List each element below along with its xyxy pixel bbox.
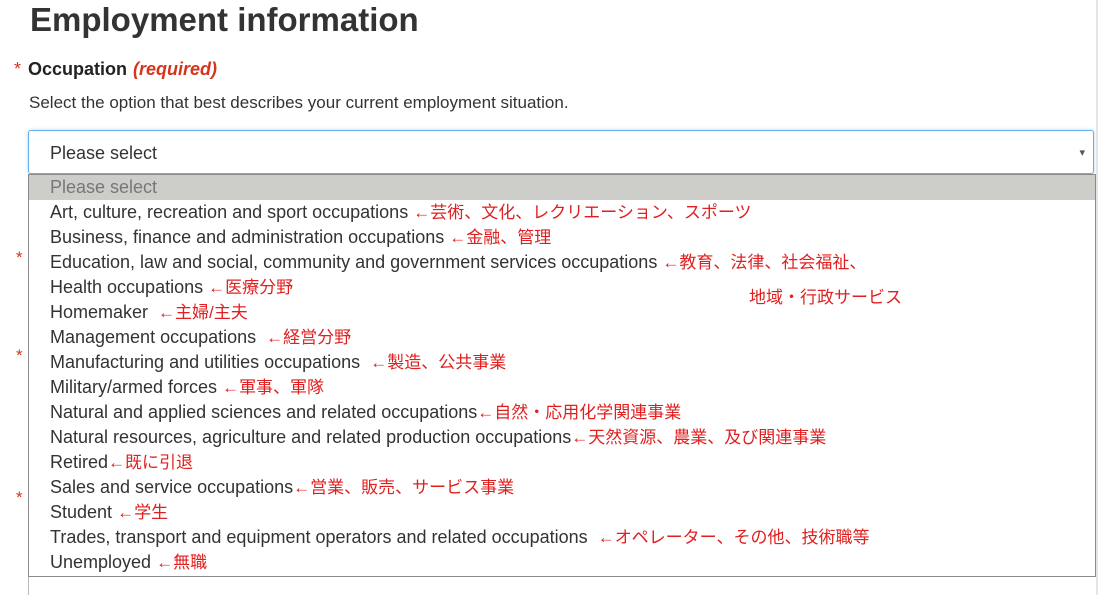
option-please-select[interactable]: Please select [29,175,1095,200]
option-health[interactable]: Health occupations ←医療分野 [29,275,1095,300]
option-annotation: ←軍事、軍隊 [222,378,325,397]
chevron-down-icon: ▾ [1079,147,1085,159]
option-annotation: ←経営分野 [266,328,352,347]
option-unemployed[interactable]: Unemployed ←無職 [29,550,1095,575]
occupation-select[interactable]: Please select ▾ [28,130,1094,174]
option-annotation: ←金融、管理 [449,228,552,247]
option-label: Homemaker [50,302,149,322]
option-art-culture[interactable]: Art, culture, recreation and sport occup… [29,200,1095,225]
option-label: Unemployed [50,552,152,572]
option-label: Natural and applied sciences and related… [50,402,478,422]
section-title: Employment information [30,1,419,38]
option-sales-service[interactable]: Sales and service occupations←営業、販売、サービス… [29,475,1095,500]
option-management[interactable]: Management occupations ←経営分野 [29,325,1095,350]
option-label: Military/armed forces [50,377,218,397]
option-annotation: ←自然・応用化学関連事業 [477,403,682,422]
option-annotation: ←医療分野 [208,278,294,297]
option-annotation: ←主婦/主夫 [158,303,248,322]
occupation-label: * Occupation (required) [14,58,217,80]
option-label: Retired [50,452,109,472]
option-label: Management occupations [50,327,257,347]
option-education-law[interactable]: Education, law and social, community and… [29,250,1095,275]
option-annotation: ←製造、公共事業 [370,353,507,372]
option-label: Natural resources, agriculture and relat… [50,427,572,447]
option-label: Manufacturing and utilities occupations [50,352,361,372]
option-natural-resources[interactable]: Natural resources, agriculture and relat… [29,425,1095,450]
option-label: Health occupations [50,277,204,297]
required-text: (required) [133,59,218,79]
option-annotation: ←オペレーター、その他、技術職等 [597,528,870,547]
option-annotation: ←既に引退 [108,453,194,472]
option-annotation-continued: 地域・行政サービス [749,288,902,307]
option-annotation: ←教育、法律、社会福祉、 [662,253,867,272]
option-label: Trades, transport and equipment operator… [50,527,588,547]
option-label: Sales and service occupations [50,477,294,497]
option-annotation: ←無職 [156,553,208,572]
divider [28,577,29,595]
option-military[interactable]: Military/armed forces ←軍事、軍隊 [29,375,1095,400]
option-retired[interactable]: Retired←既に引退 [29,450,1095,475]
required-star: * [14,59,22,79]
option-label: Education, law and social, community and… [50,252,658,272]
occupation-label-text: Occupation [28,59,128,79]
background-required-star: * [16,488,23,507]
option-natural-sciences[interactable]: Natural and applied sciences and related… [29,400,1095,425]
option-manufacturing[interactable]: Manufacturing and utilities occupations … [29,350,1095,375]
option-annotation: ←学生 [117,503,169,522]
occupation-select-value: Please select [50,143,158,163]
option-business-finance[interactable]: Business, finance and administration occ… [29,225,1095,250]
option-student[interactable]: Student ←学生 [29,500,1095,525]
option-annotation: ←天然資源、農業、及び関連事業 [571,428,827,447]
background-required-star: * [16,346,23,365]
option-label: Business, finance and administration occ… [50,227,445,247]
occupation-dropdown-list[interactable]: Please select Art, culture, recreation a… [28,174,1096,577]
option-annotation: ←営業、販売、サービス事業 [293,478,515,497]
option-label: Please select [50,177,158,197]
background-required-star: * [16,248,23,267]
option-homemaker[interactable]: Homemaker ←主婦/主夫 [29,300,1095,325]
option-label: Art, culture, recreation and sport occup… [50,202,409,222]
occupation-hint: Select the option that best describes yo… [29,93,569,112]
option-trades-transport[interactable]: Trades, transport and equipment operator… [29,525,1095,550]
option-annotation: ←芸術、文化、レクリエーション、スポーツ [413,203,752,222]
option-label: Student [50,502,113,522]
